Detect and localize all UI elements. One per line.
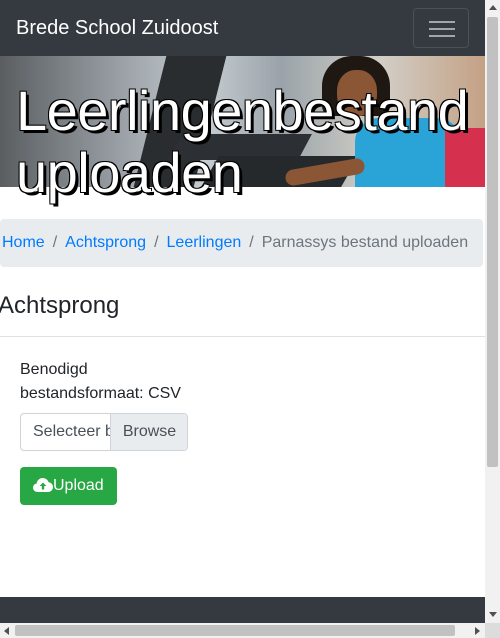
vertical-scrollbar-thumb[interactable] — [487, 17, 498, 467]
card-header: Achtsprong — [0, 288, 485, 337]
file-input-placeholder[interactable]: Selecteer bestand — [33, 414, 111, 450]
breadcrumb-separator: / — [249, 234, 254, 251]
upload-button-label[interactable]: Upload — [53, 477, 104, 494]
breadcrumb-active: Parnassys bestand uploaden — [261, 234, 469, 251]
vertical-scrollbar[interactable] — [485, 0, 500, 623]
scrollbar-corner — [485, 623, 500, 638]
horizontal-scrollbar-thumb[interactable] — [15, 625, 455, 636]
scroll-down-arrow-icon[interactable] — [489, 612, 497, 617]
breadcrumb-leerlingen[interactable]: Leerlingen — [167, 234, 242, 251]
hamburger-line — [429, 35, 455, 37]
navbar-toggler-button[interactable] — [413, 8, 469, 48]
breadcrumb-home[interactable]: Home — [2, 234, 45, 251]
horizontal-scrollbar[interactable] — [0, 623, 485, 638]
scroll-up-arrow-icon[interactable] — [489, 5, 497, 10]
file-input[interactable]: Selecteer bestand Browse — [20, 413, 188, 451]
section-title: Achtsprong — [0, 292, 120, 319]
breadcrumb-separator: / — [154, 234, 159, 251]
footer — [0, 597, 485, 623]
breadcrumb-achtsprong[interactable]: Achtsprong — [65, 234, 146, 251]
file-format-hint-line1: Benodigd — [20, 361, 88, 378]
breadcrumb: Home / Achtsprong / Leerlingen / Parnassys bes… — [0, 219, 483, 267]
scroll-right-arrow-icon[interactable] — [475, 627, 480, 635]
upload-button[interactable]: Upload — [20, 467, 117, 505]
file-format-hint: Benodigd bestandsformaat: CSV — [20, 358, 200, 406]
breadcrumb-separator: / — [52, 234, 58, 251]
hamburger-menu-icon — [429, 21, 455, 23]
page-title: Leerlingenbestand uploaden — [16, 79, 469, 204]
navbar-brand[interactable]: Brede School Zuidoost — [16, 16, 218, 40]
scroll-left-arrow-icon[interactable] — [4, 627, 9, 635]
browse-button[interactable]: Browse — [110, 414, 187, 450]
page-title-line2: uploaden — [16, 141, 243, 204]
cloud-upload-icon — [33, 478, 53, 492]
hamburger-line — [429, 28, 455, 30]
file-format-hint-line2: bestandsformaat: CSV — [20, 385, 181, 402]
page-title-line1: Leerlingenbestand — [16, 79, 469, 142]
page-viewport: Brede School Zuidoost Leerlingenbestand … — [0, 0, 485, 623]
navbar: Brede School Zuidoost — [0, 0, 485, 56]
